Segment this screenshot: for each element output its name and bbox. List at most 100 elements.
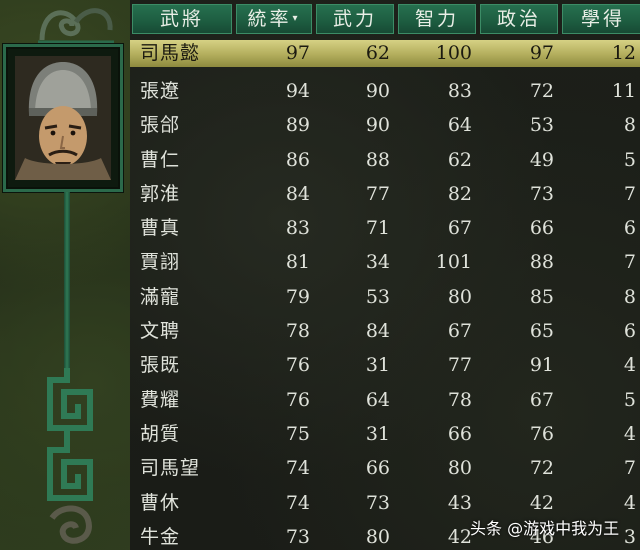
table-row[interactable]: 郭淮 84 77 82 73 7 [130, 177, 640, 211]
stat-tong: 73 [285, 525, 310, 548]
table-row[interactable]: 曹真 83 71 67 66 6 [130, 211, 640, 245]
general-name: 曹真 [140, 217, 181, 240]
general-name: 郭淮 [140, 182, 181, 205]
stat-zheng: 88 [529, 251, 554, 274]
stat-tong: 76 [285, 388, 310, 411]
stat-zhi: 66 [447, 422, 472, 445]
stat-zheng: 97 [529, 42, 554, 64]
stat-wu: 34 [365, 251, 390, 274]
stat-xue: 8 [623, 285, 636, 308]
stat-xue: 7 [623, 182, 636, 205]
stat-wu: 31 [365, 422, 390, 445]
table-row[interactable]: 滿寵 79 53 80 85 8 [130, 280, 640, 314]
stat-tong: 83 [285, 217, 310, 240]
stat-tong: 75 [285, 422, 310, 445]
stat-tong: 76 [285, 354, 310, 377]
stat-wu: 62 [365, 42, 390, 64]
stat-zheng: 65 [529, 320, 554, 343]
general-portrait-icon [15, 56, 111, 180]
stat-tong: 97 [285, 42, 310, 64]
stat-zheng: 67 [529, 388, 554, 411]
stat-xue: 12 [611, 42, 636, 64]
stat-zheng: 72 [529, 457, 554, 480]
general-name: 胡質 [140, 422, 181, 445]
general-name: 張既 [140, 354, 181, 377]
stat-xue: 4 [623, 354, 636, 377]
stat-wu: 53 [365, 285, 390, 308]
stat-xue: 7 [623, 251, 636, 274]
general-name: 司馬望 [140, 457, 201, 480]
stat-zhi: 100 [435, 42, 472, 64]
general-name: 文聘 [140, 320, 181, 343]
general-name: 司馬懿 [140, 42, 201, 64]
table-row[interactable]: 文聘 78 84 67 65 6 [130, 314, 640, 348]
header-wuli[interactable]: 武力 [316, 4, 394, 34]
stat-tong: 94 [285, 80, 310, 102]
watermark: 头条 @游戏中我为王 [470, 519, 620, 538]
header-tongshuai[interactable]: 統率▾ [236, 4, 312, 34]
table-row[interactable]: 費耀 76 64 78 67 5 [130, 383, 640, 417]
frame-stem [64, 192, 70, 370]
table-row[interactable]: 賈詡 81 34 101 88 7 [130, 245, 640, 279]
header-zhili[interactable]: 智力 [398, 4, 476, 34]
stat-wu: 66 [365, 457, 390, 480]
stat-zhi: 42 [447, 525, 472, 548]
stat-tong: 81 [285, 251, 310, 274]
general-name: 張郃 [140, 114, 181, 137]
stat-wu: 71 [365, 217, 390, 240]
general-name: 牛金 [140, 525, 181, 548]
general-name: 賈詡 [140, 251, 181, 274]
stat-wu: 90 [365, 80, 390, 102]
table-body: 司馬懿 97 62 100 97 12 張遼 94 90 83 72 11 張郃 89 90 64 53 8 曹仁 8… [130, 40, 640, 550]
top-ornament-icon [38, 8, 114, 44]
general-name: 曹休 [140, 491, 181, 514]
general-name: 張遼 [140, 80, 181, 102]
general-name: 費耀 [140, 388, 181, 411]
stat-wu: 73 [365, 491, 390, 514]
stat-tong: 74 [285, 457, 310, 480]
stat-zhi: 82 [447, 182, 472, 205]
table-row[interactable]: 張郃 89 90 64 53 8 [130, 108, 640, 142]
stat-xue: 11 [611, 80, 636, 102]
stat-zheng: 85 [529, 285, 554, 308]
stat-zheng: 73 [529, 182, 554, 205]
table-row[interactable]: 司馬望 74 66 80 72 7 [130, 451, 640, 485]
stat-tong: 84 [285, 182, 310, 205]
table-row[interactable]: 張既 76 31 77 91 4 [130, 348, 640, 382]
stat-zhi: 77 [447, 354, 472, 377]
stat-wu: 90 [365, 114, 390, 137]
general-name: 曹仁 [140, 148, 181, 171]
general-name: 滿寵 [140, 285, 181, 308]
stat-zhi: 78 [447, 388, 472, 411]
stat-xue: 5 [623, 148, 636, 171]
stat-zhi: 80 [447, 457, 472, 480]
stat-wu: 64 [365, 388, 390, 411]
table-row[interactable]: 張遼 94 90 83 72 11 [130, 74, 640, 108]
stat-tong: 79 [285, 285, 310, 308]
stat-zheng: 53 [529, 114, 554, 137]
stat-tong: 89 [285, 114, 310, 137]
header-xuede[interactable]: 學得 [562, 4, 640, 34]
stat-tong: 86 [285, 148, 310, 171]
stat-xue: 4 [623, 422, 636, 445]
bottom-ornament-icon [47, 368, 93, 544]
portrait-frame[interactable] [3, 44, 123, 192]
table-row-selected[interactable]: 司馬懿 97 62 100 97 12 [130, 40, 640, 67]
table-header: 武將 統率▾ 武力 智力 政治 學得 [130, 0, 640, 40]
stat-xue: 6 [623, 217, 636, 240]
stat-zheng: 66 [529, 217, 554, 240]
stat-zhi: 67 [447, 217, 472, 240]
stat-zhi: 101 [435, 251, 472, 274]
stat-zheng: 76 [529, 422, 554, 445]
stat-xue: 8 [623, 114, 636, 137]
stat-xue: 7 [623, 457, 636, 480]
stat-xue: 6 [623, 320, 636, 343]
header-name[interactable]: 武將 [132, 4, 232, 34]
stat-zheng: 49 [529, 148, 554, 171]
stat-zhi: 62 [447, 148, 472, 171]
stat-wu: 80 [365, 525, 390, 548]
table-row[interactable]: 胡質 75 31 66 76 4 [130, 417, 640, 451]
header-zhengzhi[interactable]: 政治 [480, 4, 558, 34]
table-row[interactable]: 曹仁 86 88 62 49 5 [130, 143, 640, 177]
left-decor-panel [0, 0, 130, 550]
